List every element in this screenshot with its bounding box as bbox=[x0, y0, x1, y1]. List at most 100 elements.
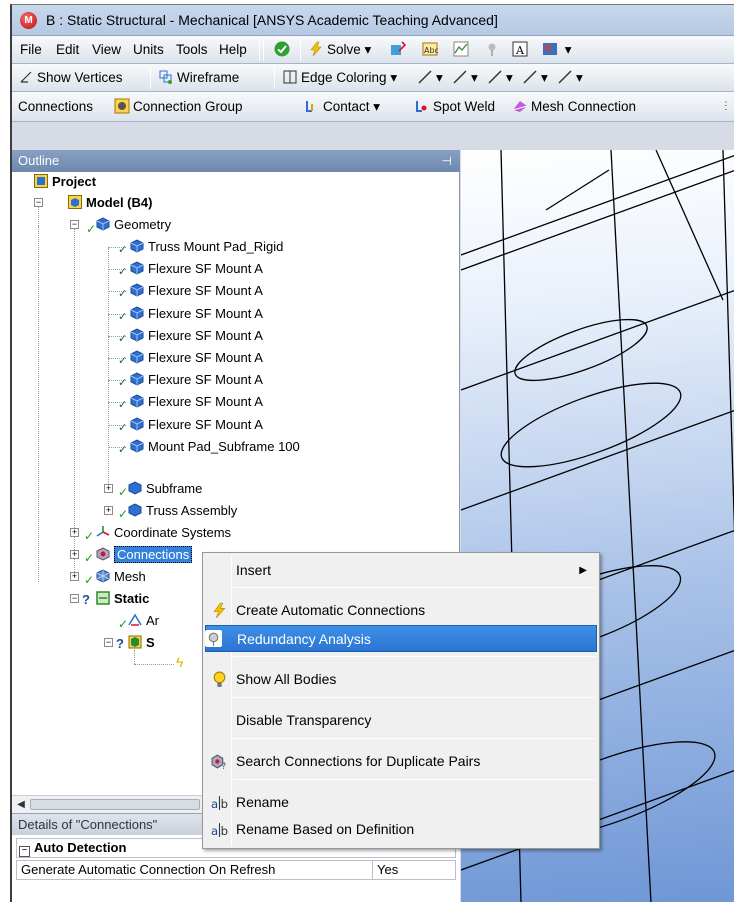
collapse-icon[interactable]: − bbox=[19, 846, 30, 857]
edge-width-button-4[interactable]: ▾ bbox=[522, 68, 548, 88]
spot-weld-button[interactable]: Spot Weld bbox=[414, 97, 495, 117]
details-row-generate-auto-connection[interactable]: Generate Automatic Connection On Refresh… bbox=[16, 860, 456, 880]
tree-item-geometry-body[interactable]: Flexure SF Mount A bbox=[130, 281, 263, 301]
solve-button[interactable]: Solve ▾ bbox=[308, 40, 371, 60]
wireframe-button[interactable]: Wireframe bbox=[158, 68, 239, 88]
expander-static[interactable]: − bbox=[70, 594, 79, 603]
body-icon bbox=[130, 328, 144, 342]
tree-item-label: Flexure SF Mount A bbox=[148, 372, 263, 387]
tree-item-static[interactable]: Static bbox=[96, 589, 149, 609]
checkmark-icon bbox=[274, 41, 290, 57]
expander-model[interactable]: − bbox=[34, 198, 43, 207]
chart-button[interactable] bbox=[453, 40, 472, 60]
tree-item-geometry[interactable]: Geometry bbox=[96, 215, 171, 235]
tree-item-geometry-body[interactable]: Flexure SF Mount A bbox=[130, 392, 263, 412]
menu-help[interactable]: Help bbox=[219, 40, 247, 60]
tree-item-geometry-body[interactable]: Truss Mount Pad_Rigid bbox=[130, 237, 283, 257]
edge-width-button-2[interactable]: ▾ bbox=[452, 68, 478, 88]
expander-coordinate-systems[interactable]: + bbox=[70, 528, 79, 537]
body-icon bbox=[130, 439, 144, 453]
tree-item-subframe[interactable]: Subframe bbox=[128, 479, 202, 499]
scroll-left-arrow[interactable]: ◀ bbox=[14, 798, 28, 811]
tree-item-geometry-body[interactable]: Mount Pad_Subframe 100 bbox=[130, 437, 300, 457]
status-check-icon: ✓ bbox=[118, 377, 128, 389]
expander-mesh[interactable]: + bbox=[70, 572, 79, 581]
expander-truss-assembly[interactable]: + bbox=[104, 506, 113, 515]
tree-item-label: Flexure SF Mount A bbox=[148, 261, 263, 276]
tree-item-project[interactable]: Project bbox=[34, 172, 96, 192]
menu-edit[interactable]: Edit bbox=[56, 40, 79, 60]
body-icon bbox=[130, 372, 144, 386]
toolbar-overflow-icon: ⫶ bbox=[724, 99, 728, 114]
tree-item-model[interactable]: Model (B4) bbox=[68, 193, 152, 213]
tree-item-mesh[interactable]: Mesh bbox=[96, 567, 146, 587]
show-vertices-button[interactable]: Show Vertices bbox=[18, 68, 123, 88]
expander-connections[interactable]: + bbox=[70, 550, 79, 559]
svg-text:a: a bbox=[211, 824, 218, 838]
mesh-connection-button[interactable]: Mesh Connection bbox=[512, 97, 636, 117]
edge-width-button-3[interactable]: ▾ bbox=[487, 68, 513, 88]
svg-text:Abc: Abc bbox=[424, 46, 438, 55]
status-check-icon: ✓ bbox=[86, 222, 97, 236]
connections-toolbar-label: Connections bbox=[18, 99, 94, 114]
tree-item-geometry-body[interactable]: Flexure SF Mount A bbox=[130, 304, 263, 324]
menu-units[interactable]: Units bbox=[133, 40, 164, 60]
pin-icon[interactable]: ⊣ bbox=[442, 150, 452, 172]
tree-item-geometry-body[interactable]: Flexure SF Mount A bbox=[130, 259, 263, 279]
menu-item-search-duplicate-pairs[interactable]: ? Search Connections for Duplicate Pairs bbox=[205, 748, 597, 775]
menu-item-redundancy-analysis[interactable]: Redundancy Analysis bbox=[205, 625, 597, 652]
tree-item-solution[interactable]: S bbox=[128, 633, 155, 653]
letter-a-icon: A bbox=[512, 41, 528, 57]
status-check-icon: ✓ bbox=[118, 288, 128, 300]
rename-icon: ab bbox=[211, 796, 228, 811]
outline-header: Outline ⊣ bbox=[12, 150, 460, 172]
status-question-icon: ? bbox=[116, 636, 124, 651]
contact-button[interactable]: Contact ▾ bbox=[304, 97, 380, 117]
tree-item-connections[interactable]: Connections bbox=[96, 545, 193, 565]
edge-width-button-1[interactable]: ▾ bbox=[417, 68, 443, 88]
tree-item-label: Flexure SF Mount A bbox=[148, 306, 263, 321]
menu-item-show-all-bodies[interactable]: Show All Bodies bbox=[205, 666, 597, 693]
tree-item-truss-assembly[interactable]: Truss Assembly bbox=[128, 501, 237, 521]
lightbulb-icon bbox=[213, 671, 226, 687]
menu-item-rename[interactable]: ab Rename bbox=[205, 789, 597, 816]
tree-item-geometry-body[interactable]: Flexure SF Mount A bbox=[130, 415, 263, 435]
tree-item-geometry-body[interactable]: Flexure SF Mount A bbox=[130, 326, 263, 346]
tree-item-analysis-settings[interactable]: Ar bbox=[128, 611, 159, 631]
comment-button[interactable] bbox=[484, 40, 503, 60]
menu-item-rename-based-on-definition[interactable]: ab Rename Based on Definition bbox=[205, 816, 597, 843]
expander-geometry[interactable]: − bbox=[70, 220, 79, 229]
expander-subframe[interactable]: + bbox=[104, 484, 113, 493]
annotation-button[interactable]: A bbox=[512, 40, 531, 60]
scrollbar-thumb[interactable] bbox=[30, 799, 200, 810]
coordinate-system-icon bbox=[96, 526, 110, 537]
wireframe-icon bbox=[159, 70, 172, 84]
status-check-icon: ✓ bbox=[118, 444, 128, 456]
menu-view[interactable]: View bbox=[92, 40, 121, 60]
tree-item-coordinate-systems[interactable]: Coordinate Systems bbox=[96, 523, 231, 543]
line-edge-icon bbox=[558, 70, 572, 84]
edge-width-button-5[interactable]: ▾ bbox=[557, 68, 583, 88]
menu-item-create-automatic-connections[interactable]: Create Automatic Connections bbox=[205, 597, 597, 624]
image-button[interactable]: ▾ bbox=[542, 40, 572, 60]
search-connections-icon: ? bbox=[211, 754, 226, 770]
menu-item-insert[interactable]: Insert ▶ bbox=[205, 557, 597, 584]
expander-solution[interactable]: − bbox=[104, 638, 113, 647]
edge-coloring-button[interactable]: Edge Coloring ▾ bbox=[282, 68, 397, 88]
tree-item-geometry-body[interactable]: Flexure SF Mount A bbox=[130, 348, 263, 368]
menu-file[interactable]: File bbox=[20, 40, 42, 60]
menu-tools[interactable]: Tools bbox=[176, 40, 208, 60]
tree-item-geometry-body[interactable]: Flexure SF Mount A bbox=[130, 370, 263, 390]
insert-graph-button[interactable] bbox=[390, 40, 409, 60]
connections-toolbar: Connections Connection Group Contact ▾ S… bbox=[12, 92, 734, 122]
check-button[interactable] bbox=[274, 40, 293, 60]
abc-icon: Abc bbox=[422, 42, 438, 56]
connection-group-button[interactable]: Connection Group bbox=[114, 97, 243, 117]
status-check-icon: ✓ bbox=[84, 529, 95, 543]
tree-item-label: Flexure SF Mount A bbox=[148, 394, 263, 409]
abc-label-button[interactable]: Abc bbox=[422, 40, 441, 60]
window-title: B : Static Structural - Mechanical [ANSY… bbox=[46, 12, 498, 28]
menu-item-disable-transparency[interactable]: Disable Transparency bbox=[205, 707, 597, 734]
body-icon bbox=[130, 417, 144, 431]
status-check-icon: ✓ bbox=[118, 507, 129, 521]
